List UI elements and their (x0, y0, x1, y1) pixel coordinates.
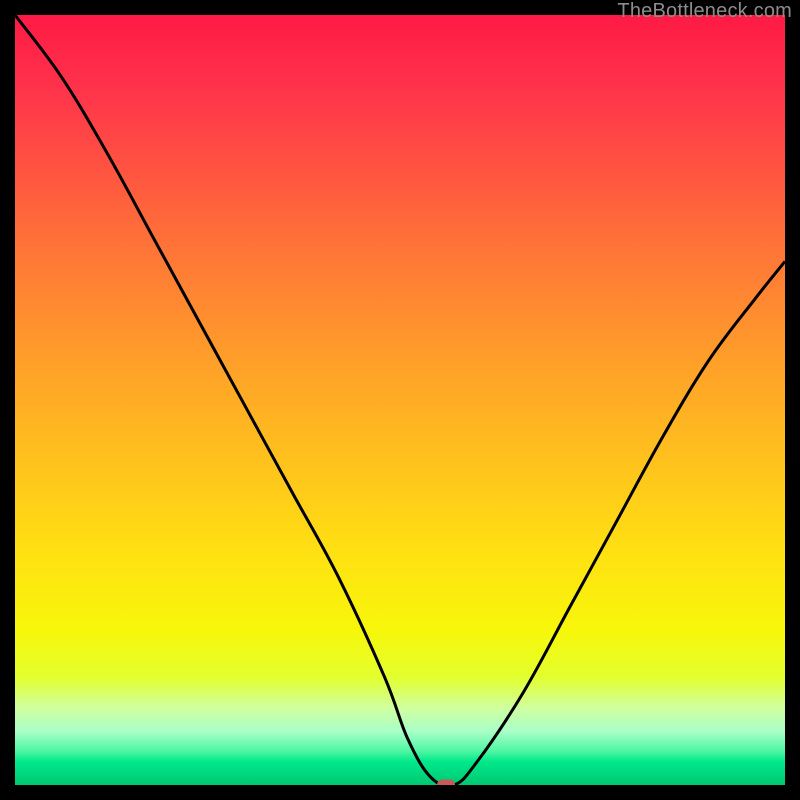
bottleneck-curve-path (15, 15, 785, 785)
chart-frame: TheBottleneck.com (0, 0, 800, 800)
watermark-text: TheBottleneck.com (617, 0, 792, 23)
minimum-marker (437, 780, 455, 786)
plot-area (15, 15, 785, 785)
curve-layer (15, 15, 785, 785)
